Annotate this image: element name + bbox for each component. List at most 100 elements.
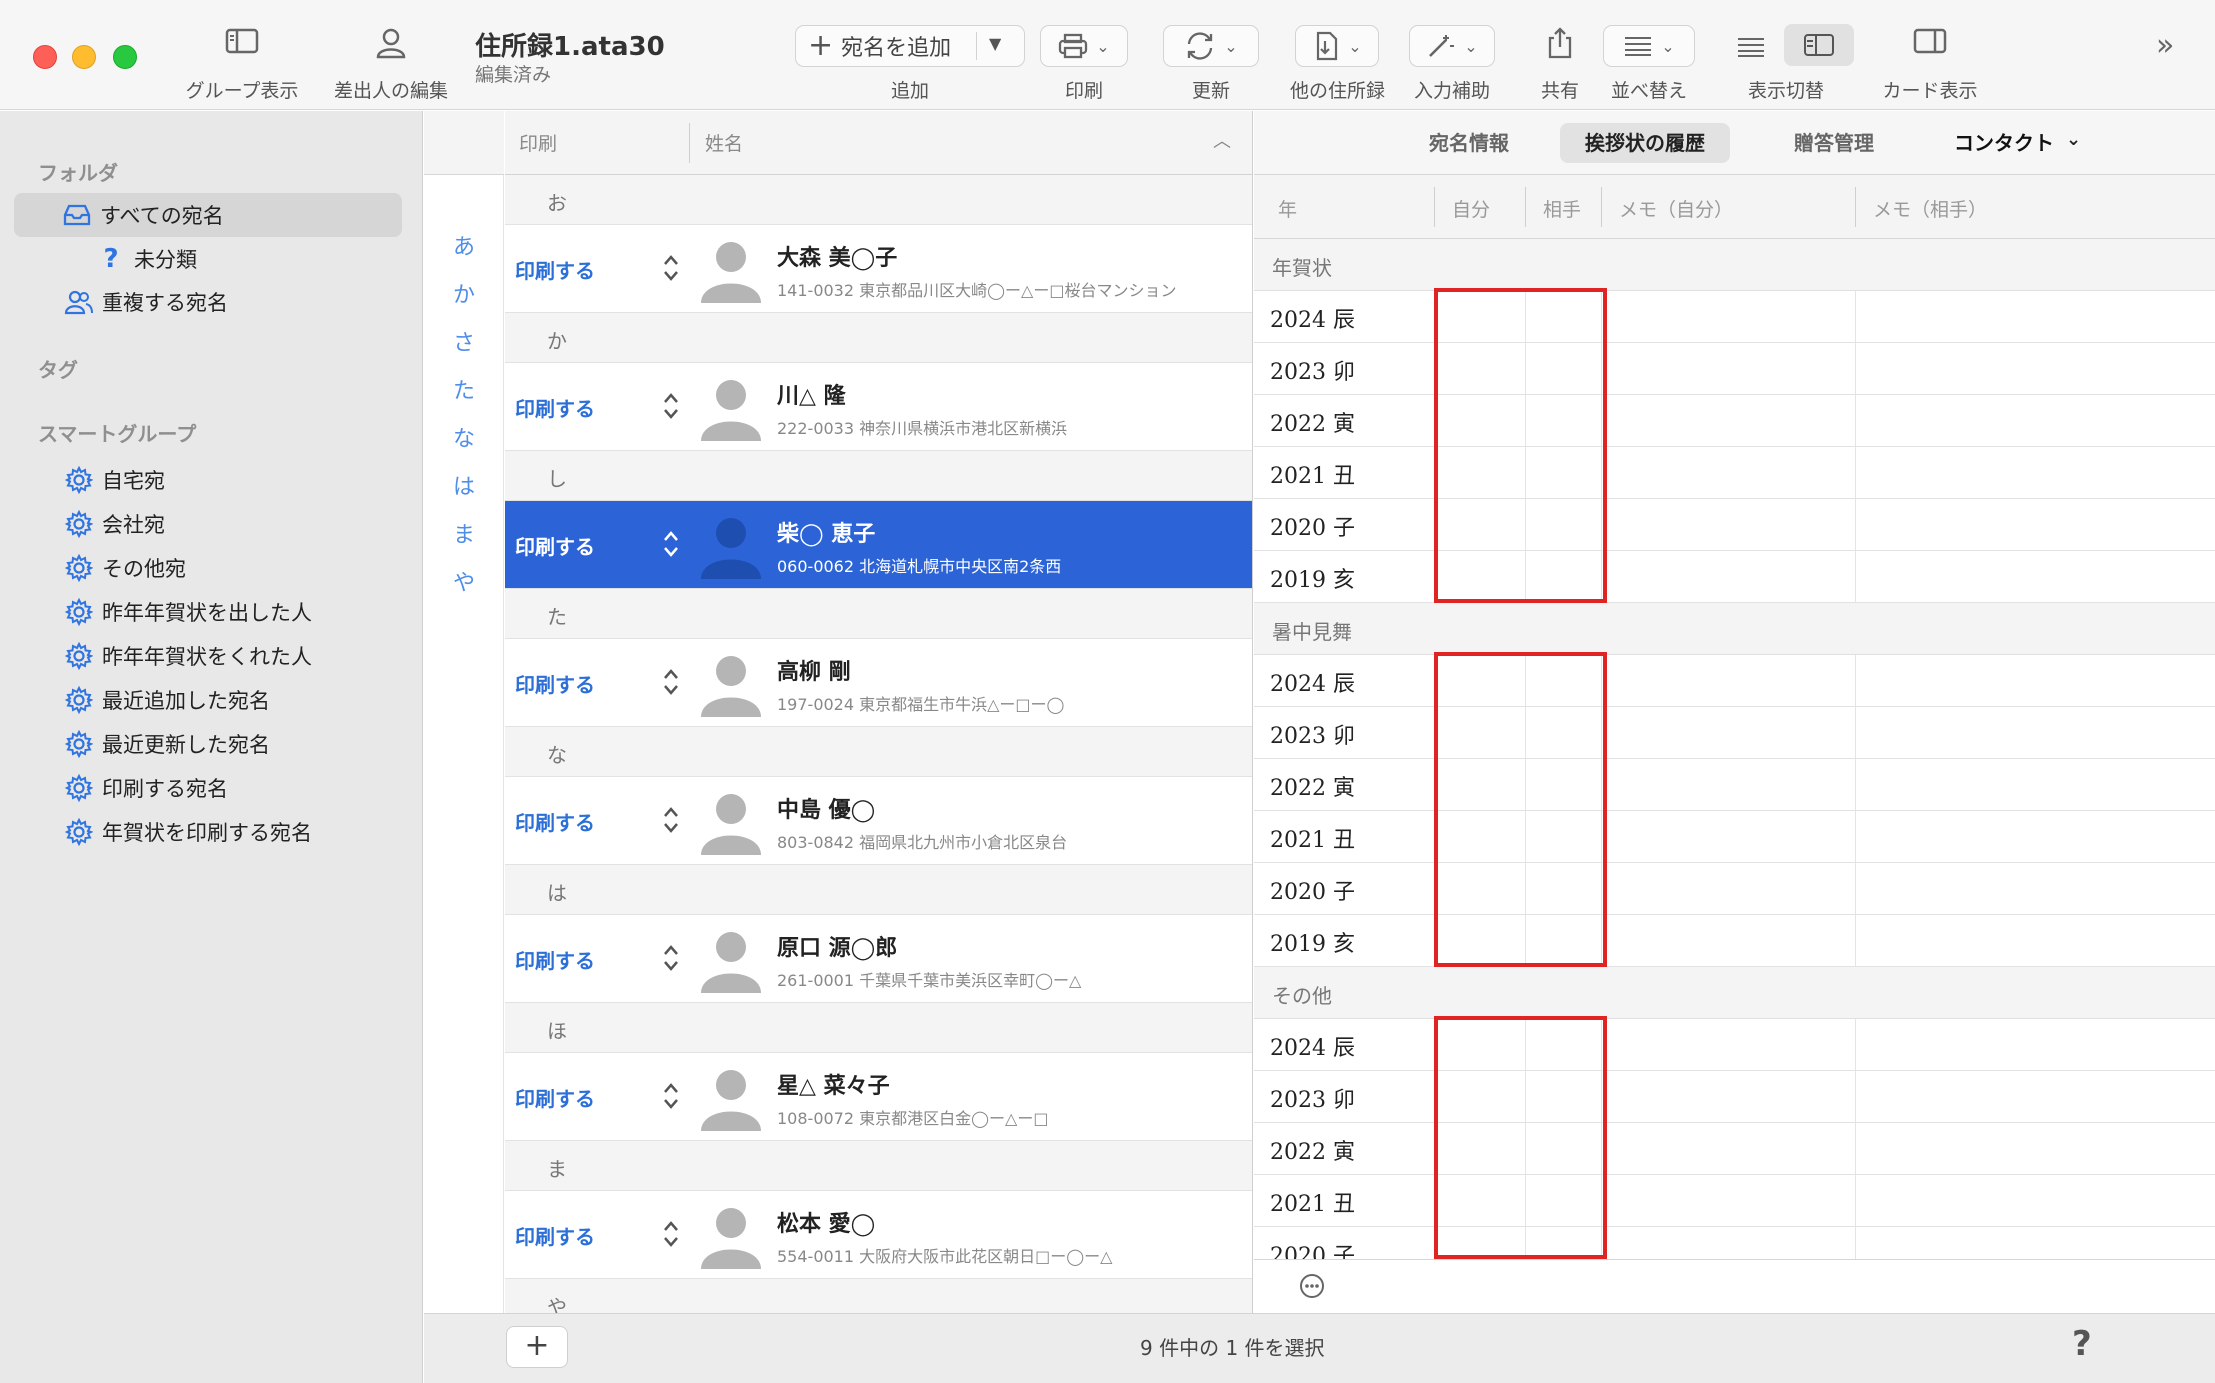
share-icon: [1546, 26, 1574, 66]
list-view-icon[interactable]: [1726, 27, 1776, 67]
index-letter[interactable]: あ: [424, 229, 504, 261]
dropdown-triangle-icon[interactable]: ▼: [989, 34, 1001, 53]
sidebar-item-all-addresses[interactable]: すべての宛名: [14, 193, 402, 237]
history-year-row[interactable]: 2023 卯: [1254, 707, 2215, 759]
index-letter[interactable]: た: [424, 373, 504, 405]
contact-row[interactable]: 印刷する 星△ 菜々子 108-0072 東京都港区白金◯ー△ー□: [505, 1053, 1252, 1141]
history-year-row[interactable]: 2021 丑: [1254, 811, 2215, 863]
history-year-row[interactable]: 2019 亥: [1254, 915, 2215, 967]
kana-group-header: な: [505, 727, 1252, 777]
sidebar-item-smart-group[interactable]: その他宛: [14, 546, 402, 590]
up-down-stepper-icon[interactable]: [662, 389, 680, 423]
sender-edit-button[interactable]: 差出人の編集: [326, 0, 456, 110]
up-down-stepper-icon[interactable]: [662, 527, 680, 561]
history-year-row[interactable]: 2022 寅: [1254, 395, 2215, 447]
sidebar-item-smart-group[interactable]: 最近追加した宛名: [14, 678, 402, 722]
close-window-button[interactable]: [33, 45, 57, 69]
contact-row[interactable]: 印刷する 大森 美◯子 141-0032 東京都品川区大崎◯ー△ー□桜台マンション: [505, 225, 1252, 313]
chevron-down-icon: ⌄: [1464, 36, 1478, 56]
sidebar-item-smart-group[interactable]: 最近更新した宛名: [14, 722, 402, 766]
up-down-stepper-icon[interactable]: [662, 1079, 680, 1113]
sidebar-item-smart-group[interactable]: 印刷する宛名: [14, 766, 402, 810]
gear-icon: [64, 817, 94, 847]
print-toggle[interactable]: 印刷する: [515, 669, 595, 698]
sidebar-item-smart-group[interactable]: 年賀状を印刷する宛名: [14, 810, 402, 854]
sidebar-item-smart-group[interactable]: 昨年年賀状をくれた人: [14, 634, 402, 678]
up-down-stepper-icon[interactable]: [662, 1217, 680, 1251]
history-year-row[interactable]: 2022 寅: [1254, 1123, 2215, 1175]
toolbar: グループ表示 差出人の編集 住所録1.ata30 編集済み + 宛名を追加 ▼ …: [0, 0, 2215, 110]
print-toggle[interactable]: 印刷する: [515, 1083, 595, 1112]
split-view-icon[interactable]: [1784, 24, 1854, 66]
folder-section-title: フォルダ: [38, 161, 118, 185]
sidebar-item-smart-group[interactable]: 会社宛: [14, 502, 402, 546]
minimize-window-button[interactable]: [72, 45, 96, 69]
history-year-row[interactable]: 2021 丑: [1254, 1175, 2215, 1227]
history-year-row[interactable]: 2024 辰: [1254, 291, 2215, 343]
print-toggle[interactable]: 印刷する: [515, 393, 595, 422]
more-toolbar-icon[interactable]: »: [2156, 28, 2174, 63]
card-view-button[interactable]: カード表示: [1870, 0, 1990, 110]
sort-button[interactable]: ⌄ 並べ替え: [1603, 0, 1695, 110]
more-options-icon[interactable]: [1298, 1272, 1326, 1304]
highlight-annotation-box: [1434, 1016, 1607, 1259]
history-year-row[interactable]: 2023 卯: [1254, 1071, 2215, 1123]
up-down-stepper-icon[interactable]: [662, 941, 680, 975]
up-down-stepper-icon[interactable]: [662, 803, 680, 837]
history-year-row[interactable]: 2019 亥: [1254, 551, 2215, 603]
add-contact-button[interactable]: +: [506, 1326, 568, 1368]
sidebar-item-smart-group[interactable]: 自宅宛: [14, 458, 402, 502]
kana-group-header: ほ: [505, 1003, 1252, 1053]
chevron-up-icon[interactable]: ︿: [1213, 127, 1231, 153]
contact-row[interactable]: 印刷する 松本 愛◯ 554-0011 大阪府大阪市此花区朝日□ー◯ー△: [505, 1191, 1252, 1279]
sidebar-item-unclassified[interactable]: ? 未分類: [14, 237, 402, 281]
print-toggle[interactable]: 印刷する: [515, 945, 595, 974]
history-year-row[interactable]: 2020 子: [1254, 1227, 2215, 1259]
history-year-row[interactable]: 2022 寅: [1254, 759, 2215, 811]
index-letter[interactable]: さ: [424, 325, 504, 357]
contact-address: 108-0072 東京都港区白金◯ー△ー□: [777, 1109, 1049, 1128]
import-icon: [1312, 31, 1340, 61]
index-letter[interactable]: な: [424, 421, 504, 453]
history-year-row[interactable]: 2023 卯: [1254, 343, 2215, 395]
contact-name: 中島 優◯: [777, 797, 876, 823]
contact-row[interactable]: 印刷する 川△ 隆 222-0033 神奈川県横浜市港北区新横浜: [505, 363, 1252, 451]
history-year-row[interactable]: 2020 子: [1254, 863, 2215, 915]
gear-icon: [64, 729, 94, 759]
other-address-book-button[interactable]: ⌄ 他の住所録: [1290, 0, 1385, 110]
input-assist-button[interactable]: ⌄ 入力補助: [1409, 0, 1495, 110]
column-header-name[interactable]: 姓名: [705, 129, 743, 156]
print-toggle[interactable]: 印刷する: [515, 1221, 595, 1250]
highlight-annotation-box: [1434, 652, 1607, 967]
up-down-stepper-icon[interactable]: [662, 665, 680, 699]
chevron-down-icon: ⌄: [1348, 36, 1362, 56]
contact-row[interactable]: 印刷する 高柳 剛 197-0024 東京都福生市牛浜△ー□ー◯: [505, 639, 1252, 727]
contact-row[interactable]: 印刷する 柴◯ 恵子 060-0062 北海道札幌市中央区南2条西: [505, 501, 1252, 589]
up-down-stepper-icon[interactable]: [662, 251, 680, 285]
contact-row[interactable]: 印刷する 中島 優◯ 803-0842 福岡県北九州市小倉北区泉台: [505, 777, 1252, 865]
contact-name: 柴◯ 恵子: [777, 521, 876, 547]
zoom-window-button[interactable]: [113, 45, 137, 69]
group-view-button[interactable]: グループ表示: [176, 0, 308, 110]
print-toggle[interactable]: 印刷する: [515, 255, 595, 284]
print-toggle[interactable]: 印刷する: [515, 807, 595, 836]
sidebar-item-duplicates[interactable]: 重複する宛名: [14, 280, 402, 324]
history-year-row[interactable]: 2024 辰: [1254, 1019, 2215, 1071]
contact-row[interactable]: 印刷する 原口 源◯郎 261-0001 千葉県千葉市美浜区幸町◯ー△: [505, 915, 1252, 1003]
share-button[interactable]: 共有: [1520, 0, 1600, 110]
index-letter[interactable]: や: [424, 565, 504, 597]
help-button[interactable]: ?: [2072, 1324, 2092, 1364]
history-year-row[interactable]: 2020 子: [1254, 499, 2215, 551]
index-letter[interactable]: は: [424, 469, 504, 501]
index-letter[interactable]: か: [424, 277, 504, 309]
print-toggle[interactable]: 印刷する: [515, 531, 595, 560]
sidebar-item-smart-group[interactable]: 昨年年賀状を出した人: [14, 590, 402, 634]
update-button[interactable]: ⌄ 更新: [1163, 0, 1259, 110]
card-panel-icon: [1913, 26, 1947, 66]
index-letter[interactable]: ま: [424, 517, 504, 549]
print-button[interactable]: ⌄ 印刷: [1040, 0, 1128, 110]
history-year-row[interactable]: 2024 辰: [1254, 655, 2215, 707]
add-address-button[interactable]: + 宛名を追加 ▼: [795, 25, 1025, 67]
column-header-print[interactable]: 印刷: [519, 129, 557, 156]
history-year-row[interactable]: 2021 丑: [1254, 447, 2215, 499]
